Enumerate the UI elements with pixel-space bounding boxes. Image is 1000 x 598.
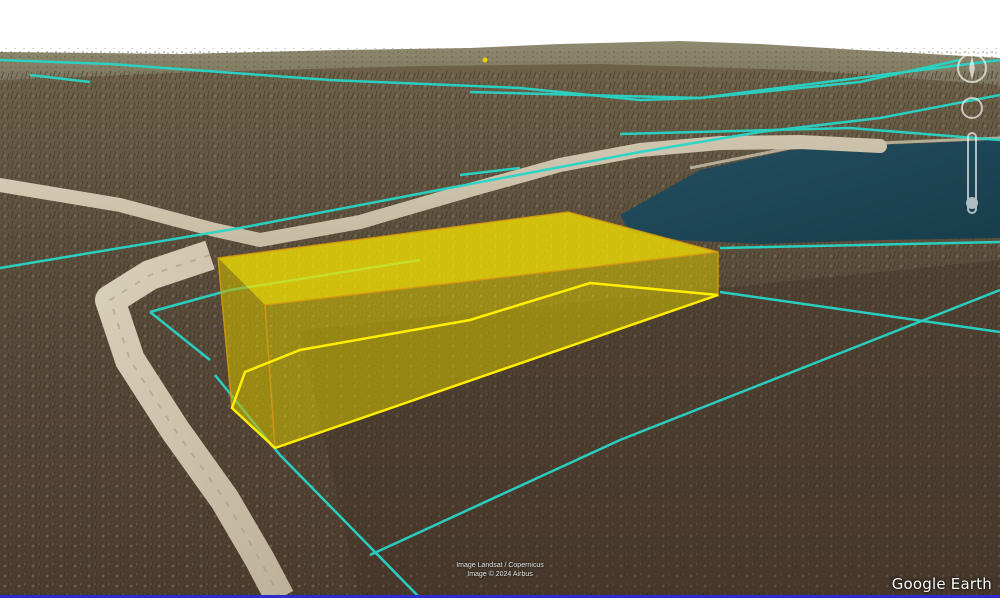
imagery-attribution-line1: Image Landsat / Copernicus xyxy=(456,562,544,569)
zoom-slider-handle[interactable] xyxy=(966,197,978,209)
map-canvas[interactable] xyxy=(0,0,1000,598)
distant-marker-icon xyxy=(482,57,488,63)
google-earth-logo: Google Earth xyxy=(891,575,992,593)
imagery-attribution-line2: Image © 2024 Airbus xyxy=(467,571,533,578)
map-viewport[interactable]: Image Landsat / Copernicus Image © 2024 … xyxy=(0,0,1000,598)
